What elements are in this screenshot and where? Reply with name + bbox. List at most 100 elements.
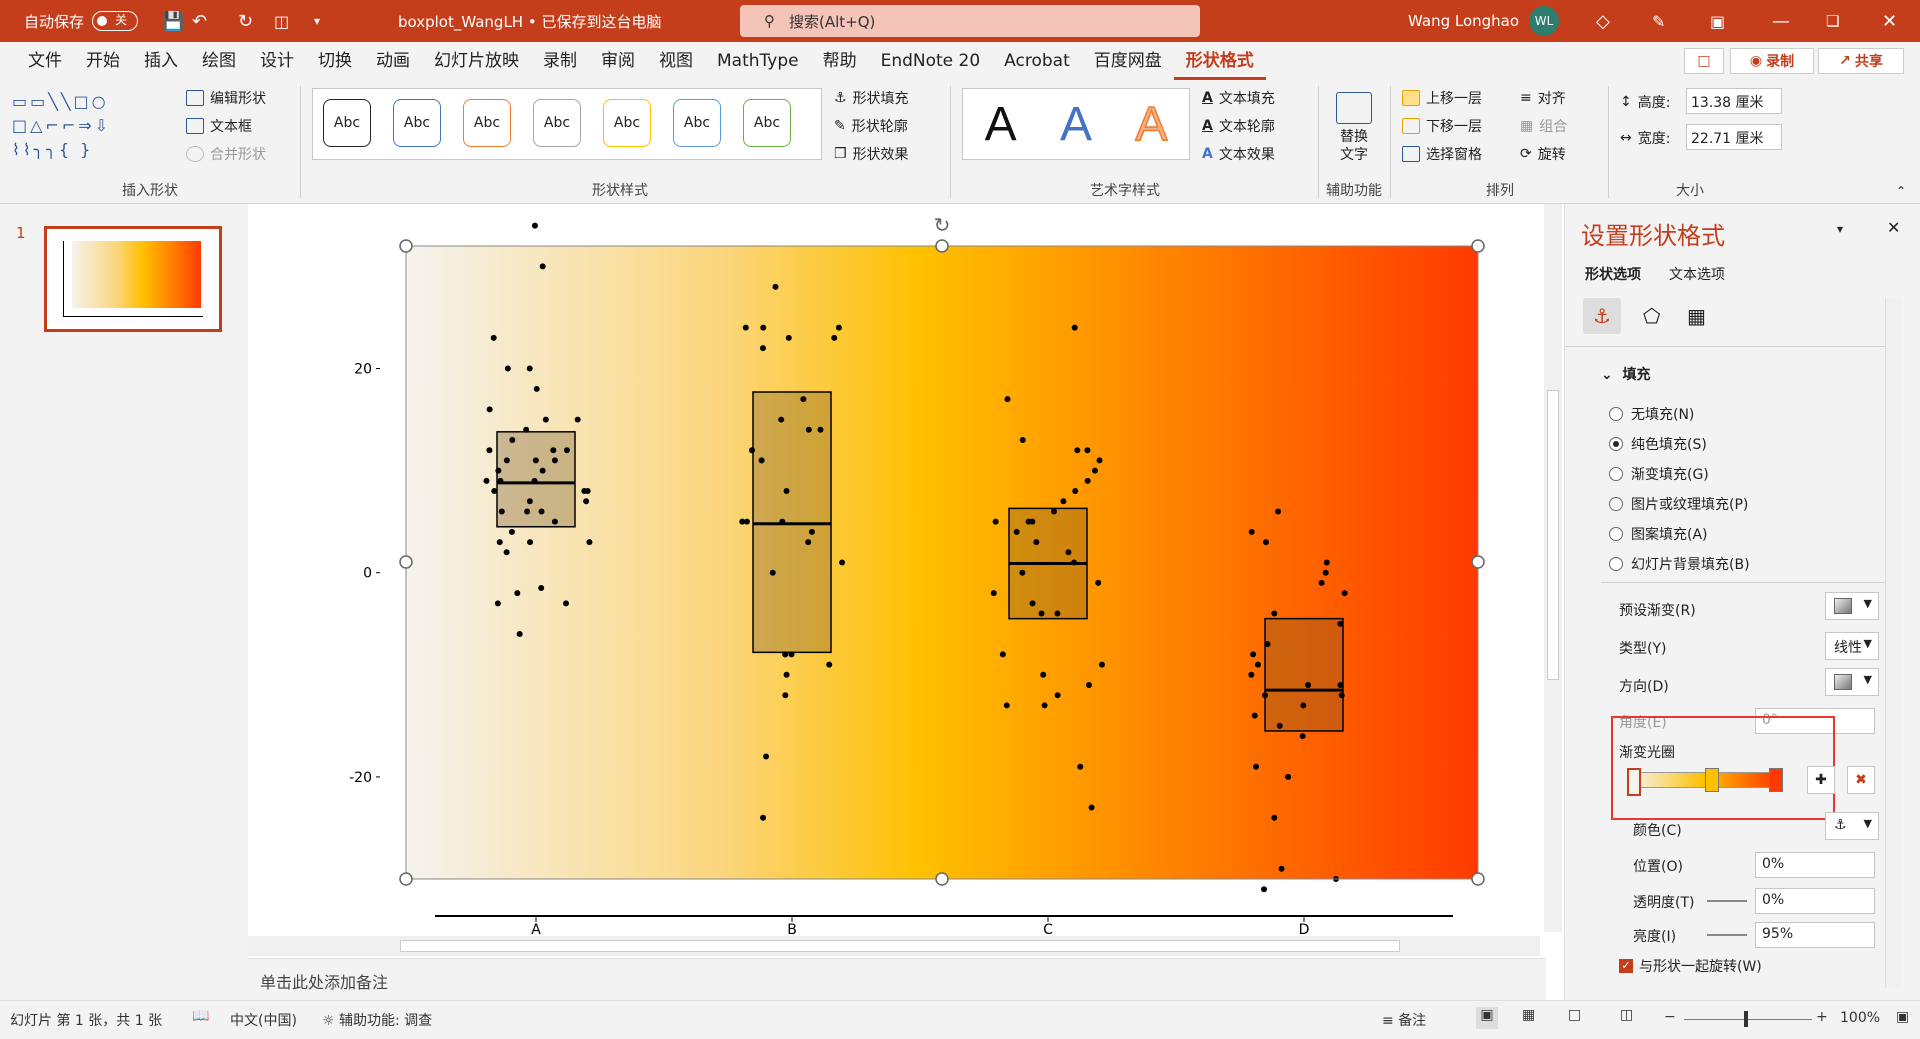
present-icon[interactable]: ◫ [274, 8, 289, 34]
resize-handle[interactable] [399, 555, 413, 569]
selection-pane-button[interactable]: 选择窗格 [1402, 144, 1482, 164]
shape-style-2[interactable]: Abc [463, 99, 511, 147]
wordart-blue[interactable]: A [1060, 97, 1092, 152]
radio-button[interactable] [1609, 497, 1623, 511]
width-input[interactable]: 22.71 厘米 [1686, 124, 1782, 150]
text-fill-button[interactable]: A 文本填充 [1202, 88, 1275, 108]
fill-option-4[interactable]: 图案填充(A) [1609, 524, 1708, 544]
close-icon[interactable]: ✕ [1882, 8, 1897, 34]
rotate-with-shape[interactable]: ✓ 与形状一起旋转(W) [1619, 956, 1762, 976]
rotate-handle-icon[interactable]: ↻ [934, 213, 951, 237]
menu-item-10[interactable]: 视图 [647, 42, 705, 80]
collapse-ribbon-icon[interactable]: ⌃ [1896, 184, 1906, 198]
resize-handle[interactable] [1471, 872, 1485, 886]
resize-handle[interactable] [935, 239, 949, 253]
vertical-scrollbar[interactable] [1544, 204, 1562, 932]
shape-style-1[interactable]: Abc [393, 99, 441, 147]
boxplot-chart[interactable]: 200-20A B C D↻ [248, 204, 1546, 958]
shape-style-3[interactable]: Abc [533, 99, 581, 147]
menu-item-1[interactable]: 开始 [74, 42, 132, 80]
fill-option-3[interactable]: 图片或纹理填充(P) [1609, 494, 1748, 514]
menu-item-9[interactable]: 审阅 [589, 42, 647, 80]
shape-style-5[interactable]: Abc [673, 99, 721, 147]
text-outline-button[interactable]: A 文本轮廓 [1202, 116, 1275, 136]
radio-button[interactable] [1609, 467, 1623, 481]
menu-item-11[interactable]: MathType [705, 42, 811, 80]
menu-item-8[interactable]: 录制 [531, 42, 589, 80]
pane-close-icon[interactable]: ✕ [1887, 218, 1900, 237]
group-button[interactable]: ▦ 组合 [1520, 116, 1567, 136]
search-box[interactable]: ⚲ 搜索(Alt+Q) [740, 5, 1200, 37]
save-icon[interactable]: 💾 [162, 8, 184, 34]
menu-item-3[interactable]: 绘图 [190, 42, 248, 80]
wordart-gallery[interactable]: A A A [962, 88, 1190, 160]
type-dropdown[interactable]: 线性 ▼ [1825, 632, 1879, 660]
pen-icon[interactable]: ✎ [1652, 8, 1665, 34]
menu-item-2[interactable]: 插入 [132, 42, 190, 80]
wordart-orange[interactable]: A [1135, 97, 1169, 152]
comment-icon[interactable]: □ [1684, 48, 1724, 74]
resize-handle[interactable] [399, 872, 413, 886]
menu-item-7[interactable]: 幻灯片放映 [422, 42, 531, 80]
menu-item-0[interactable]: 文件 [16, 42, 74, 80]
direction-dropdown[interactable]: ▼ [1825, 668, 1879, 696]
checkbox-checked-icon[interactable]: ✓ [1619, 959, 1633, 973]
shape-fill-button[interactable]: ⚓ 形状填充 [834, 88, 909, 108]
slide-thumbnail[interactable] [44, 226, 222, 332]
fit-slide-icon[interactable]: ▣ [1896, 1009, 1909, 1025]
radio-button[interactable] [1609, 527, 1623, 541]
zoom-in-icon[interactable]: + [1816, 1009, 1828, 1025]
autosave[interactable]: 自动保存 关 [24, 8, 139, 34]
gradient-stop-3[interactable] [1769, 768, 1783, 792]
radio-button[interactable] [1609, 557, 1623, 571]
fill-line-icon[interactable]: ⚓ [1583, 298, 1621, 334]
zoom-slider[interactable] [1684, 1019, 1812, 1020]
slideshow-icon[interactable]: ◫ [1620, 1007, 1633, 1023]
shape-outline-button[interactable]: ✎ 形状轮廓 [834, 116, 908, 136]
user-account[interactable]: Wang Longhao WL [1408, 6, 1560, 36]
resize-handle[interactable] [1471, 239, 1485, 253]
rotate-button[interactable]: ⟳ 旋转 [1520, 144, 1566, 164]
menu-item-14[interactable]: Acrobat [992, 42, 1082, 80]
normal-view-icon[interactable]: ▣ [1476, 1007, 1498, 1029]
menu-item-16[interactable]: 形状格式 [1173, 42, 1266, 80]
pane-scrollbar[interactable] [1885, 298, 1901, 988]
size-properties-icon[interactable]: ▦ [1687, 304, 1706, 328]
horizontal-scroll-thumb[interactable] [400, 940, 1400, 952]
menu-item-13[interactable]: EndNote 20 [869, 42, 993, 80]
slide-sorter-icon[interactable]: ▦ [1522, 1007, 1535, 1023]
preset-gradient-dropdown[interactable]: ▼ [1825, 592, 1879, 620]
fill-section-header[interactable]: ⌄ 填充 [1601, 364, 1650, 384]
minimize-icon[interactable]: — [1772, 8, 1790, 34]
menu-item-4[interactable]: 设计 [248, 42, 306, 80]
merge-shapes-button[interactable]: 合并形状 [186, 144, 266, 164]
record-button[interactable]: ◉ 录制 [1730, 48, 1814, 74]
shape-style-0[interactable]: Abc [323, 99, 371, 147]
menu-item-12[interactable]: 帮助 [811, 42, 869, 80]
document-title[interactable]: boxplot_WangLH • 已保存到这台电脑 [398, 8, 661, 34]
restore-icon[interactable]: ❏ [1826, 8, 1839, 34]
height-input[interactable]: 13.38 厘米 [1686, 88, 1782, 114]
fill-option-2[interactable]: 渐变填充(G) [1609, 464, 1709, 484]
pane-options-icon[interactable]: ▾ [1837, 222, 1843, 236]
language[interactable]: 中文(中国) [230, 1010, 297, 1030]
vertical-scroll-thumb[interactable] [1547, 390, 1559, 680]
text-box-button[interactable]: 文本框 [186, 116, 252, 136]
zoom-slider-thumb[interactable] [1744, 1011, 1748, 1027]
horizontal-scrollbar[interactable] [248, 936, 1540, 956]
slide-canvas[interactable]: 20 0 -20 A B C D ↻ [248, 204, 1546, 958]
add-stop-icon[interactable]: ✚ [1807, 766, 1835, 794]
resize-handle[interactable] [1471, 555, 1485, 569]
position-input[interactable]: 0% [1755, 852, 1875, 878]
shapes-gallery[interactable]: ▭▭╲╲□○ □△⌐⌐⇒⇩ ⌇⌇╮╮{ } [12, 90, 170, 168]
redo-icon[interactable]: ↻ [238, 8, 253, 34]
radio-button[interactable] [1609, 437, 1623, 451]
tab-shape-options[interactable]: 形状选项 [1585, 264, 1641, 284]
menu-item-6[interactable]: 动画 [364, 42, 422, 80]
wordart-black[interactable]: A [985, 97, 1017, 152]
menu-item-5[interactable]: 切换 [306, 42, 364, 80]
bring-forward-button[interactable]: 上移一层 [1402, 88, 1482, 108]
resize-handle[interactable] [399, 239, 413, 253]
autosave-toggle[interactable]: 关 [92, 11, 139, 31]
spell-check-icon[interactable]: 📖 [192, 1008, 209, 1024]
